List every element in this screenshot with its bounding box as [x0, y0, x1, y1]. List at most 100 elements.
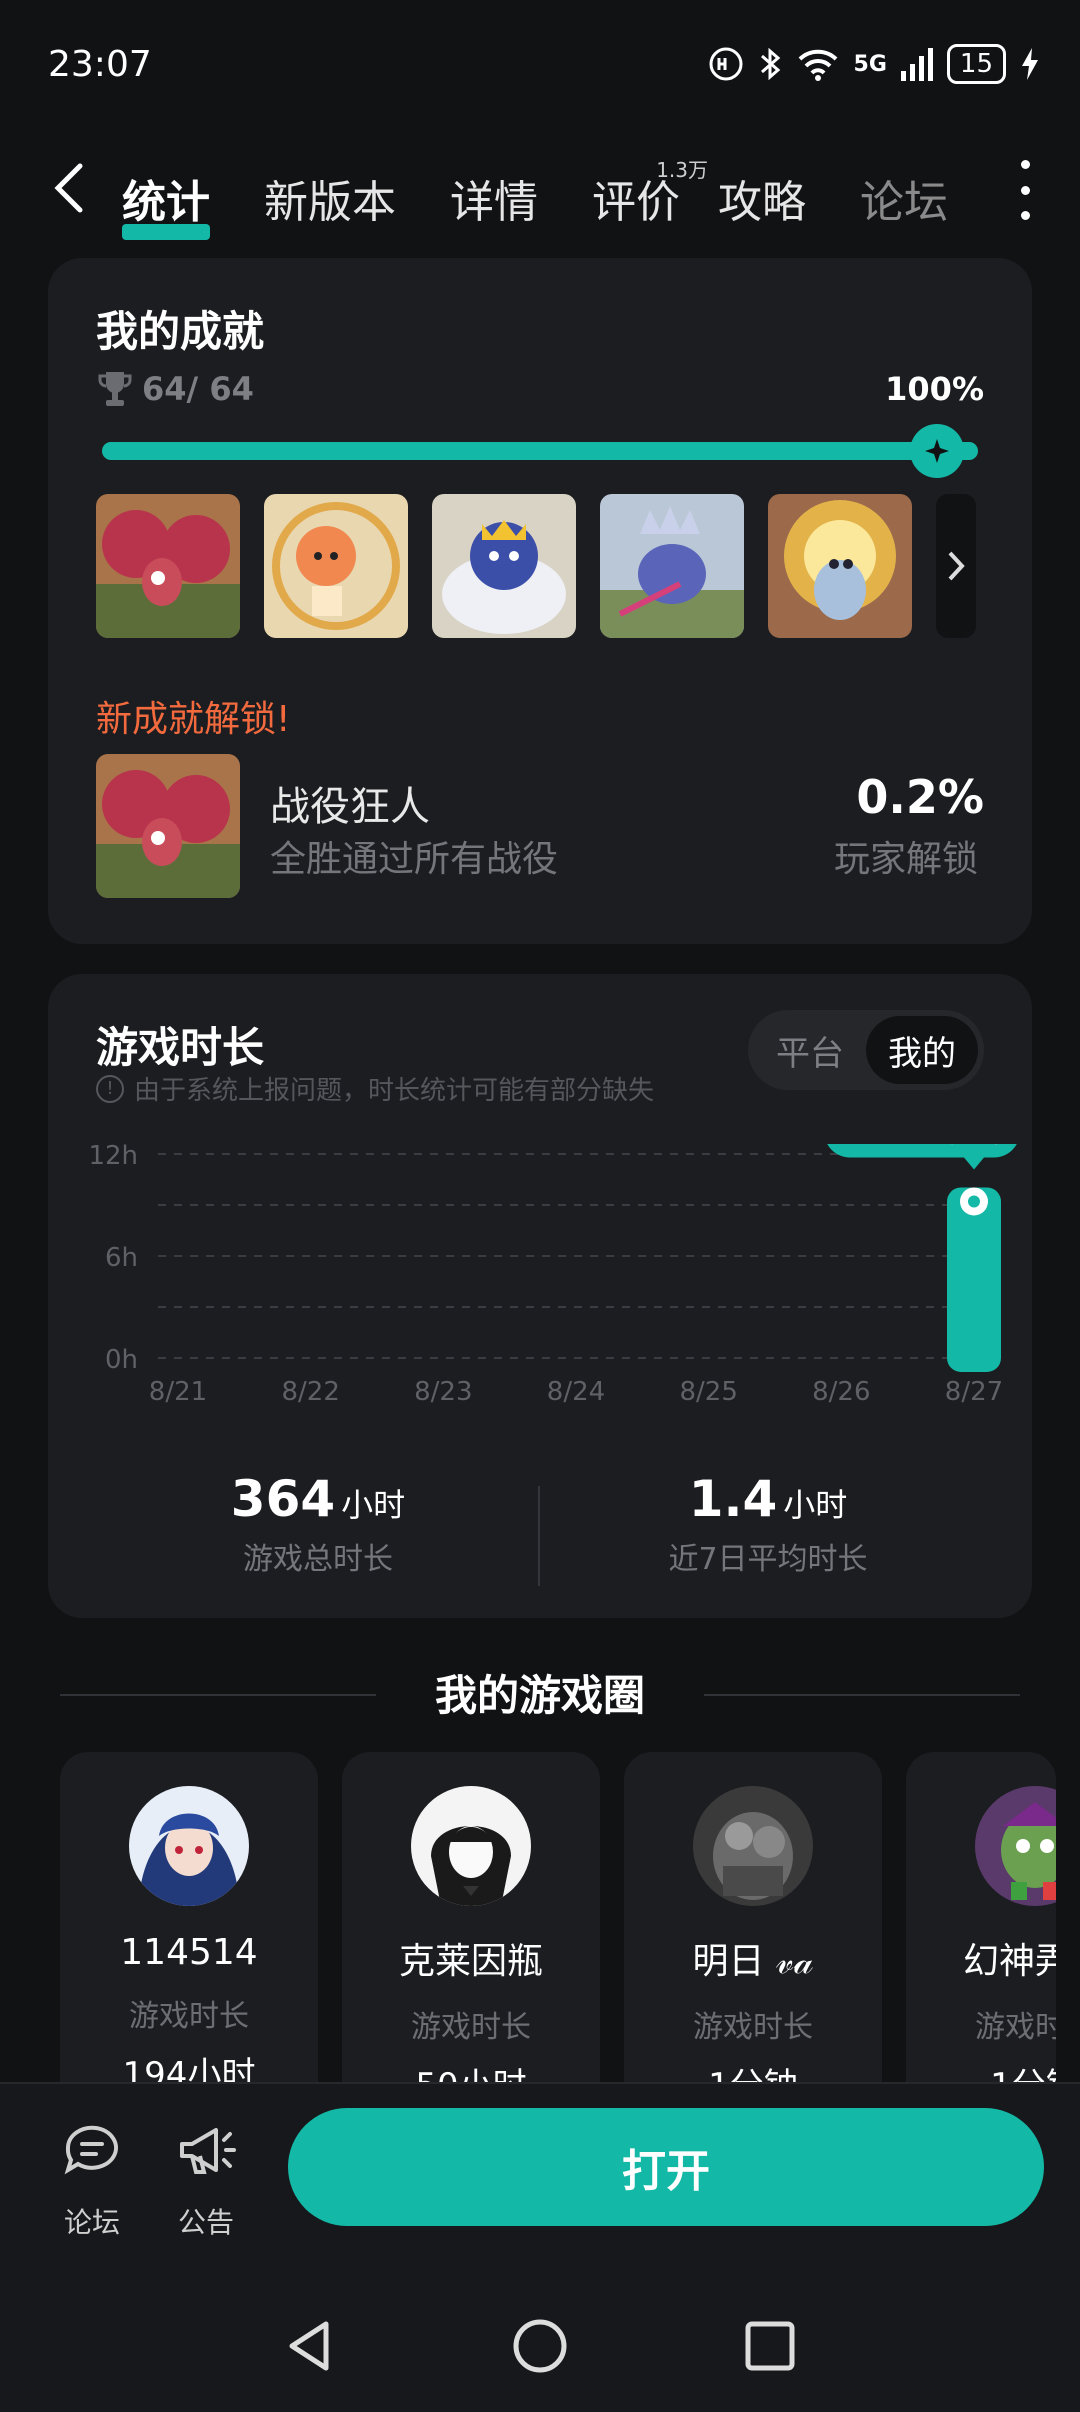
- member-label: 游戏时长: [411, 2010, 531, 2045]
- x-tick-label: 8/24: [547, 1377, 605, 1404]
- tab-forum[interactable]: 论坛: [860, 166, 948, 230]
- achievement-badge-2[interactable]: [264, 494, 408, 638]
- achievements-title: 我的成就: [96, 307, 265, 356]
- circle-member-card[interactable]: 克莱因瓶 游戏时长 50小时: [342, 1752, 600, 2112]
- status-time: 23:07: [48, 44, 152, 85]
- avatar: [411, 1786, 531, 1906]
- bar-marker-dot: [968, 1195, 980, 1208]
- megaphone-icon: [180, 2128, 236, 2174]
- featured-achievement-percent: 0.2%: [856, 770, 984, 824]
- avg-play-time-unit: 小时: [783, 1486, 848, 1524]
- tab-stats[interactable]: 统计: [122, 166, 210, 240]
- network-label: 5G: [853, 51, 887, 77]
- new-unlock-label: 新成就解锁!: [96, 699, 291, 740]
- total-play-time: 364 小时 游戏总时长: [168, 1470, 468, 1578]
- achievements-card[interactable]: 我的成就 64/ 64 100% 新成就解锁! 战役狂人 全胜通过所有战役 0.…: [48, 258, 1032, 944]
- y-tick-label: 6h: [105, 1243, 138, 1273]
- total-play-time-value: 364: [230, 1470, 336, 1528]
- notice-button[interactable]: 公告: [156, 2118, 256, 2241]
- member-label: 游戏时长: [129, 1999, 249, 2034]
- circle-member-card[interactable]: 幻神弄巨 游戏时长 1分钟: [906, 1752, 1056, 2112]
- play-time-card: 游戏时长 平台 我的 ! 由于系统上报问题，时长统计可能有部分缺失 12h 6h 0…: [48, 974, 1032, 1618]
- achievement-badge-1[interactable]: [96, 494, 240, 638]
- tooltip-label: 10小时2分钟: [839, 1144, 1004, 1148]
- stats-notice: ! 由于系统上报问题，时长统计可能有部分缺失: [96, 1070, 654, 1107]
- play-time-chart: 12h 6h 0h 8/21 8/22 8/23 8/24 8/25 8/26 8/27 10小时2…: [88, 1144, 1017, 1404]
- trophy-icon: [98, 372, 132, 406]
- forum-button[interactable]: 论坛: [42, 2118, 142, 2241]
- achievement-badge-3[interactable]: [432, 494, 576, 638]
- circle-member-card[interactable]: 明日 𝓋𝒶 游戏时长 1分钟: [624, 1752, 882, 2112]
- play-time-toggle: 平台 我的: [748, 1010, 984, 1090]
- y-tick-label: 12h: [88, 1144, 138, 1171]
- avatar: [129, 1786, 249, 1906]
- chevron-right-icon: [948, 551, 965, 581]
- member-name: 幻神弄巨: [962, 1941, 1056, 1982]
- avg-play-time-value: 1.4: [688, 1470, 778, 1528]
- review-count-badge: 1.3万: [656, 158, 708, 182]
- total-play-time-label: 游戏总时长: [243, 1542, 393, 1577]
- achievement-badge-4[interactable]: [600, 494, 744, 638]
- member-label: 游戏时长: [693, 2010, 813, 2045]
- bluetooth-icon: [760, 47, 780, 81]
- chevron-left-icon: [54, 163, 83, 213]
- battery-indicator: 15: [946, 44, 1006, 84]
- avatar: [693, 1786, 813, 1906]
- square-recents-icon: [745, 2321, 795, 2371]
- x-tick-label: 8/25: [679, 1377, 737, 1404]
- avg-play-time-label: 近7日平均时长: [668, 1542, 868, 1577]
- stats-divider: [538, 1486, 540, 1586]
- achievement-thumbnails: [96, 494, 976, 638]
- avatar: [975, 1786, 1056, 1906]
- system-recents-button[interactable]: [742, 2318, 798, 2374]
- status-icons: 5G 15: [708, 44, 1040, 84]
- open-game-button[interactable]: 打开: [288, 2108, 1044, 2226]
- x-tick-label: 8/26: [812, 1377, 870, 1404]
- toggle-platform[interactable]: 平台: [754, 1016, 866, 1084]
- achievement-count: 64/ 64: [98, 370, 254, 408]
- progress-knob: [910, 424, 964, 478]
- system-home-button[interactable]: [512, 2318, 568, 2374]
- tab-guides[interactable]: 攻略: [718, 166, 806, 230]
- featured-achievement-image[interactable]: [96, 754, 240, 898]
- triangle-back-icon: [289, 2321, 329, 2371]
- featured-achievement-name: 战役狂人: [270, 784, 430, 830]
- circle-home-icon: [513, 2319, 567, 2373]
- achievement-progress-bar: [102, 442, 978, 460]
- member-label: 游戏时长: [975, 2010, 1056, 2045]
- total-play-time-unit: 小时: [341, 1486, 406, 1524]
- wifi-icon: [798, 49, 837, 81]
- achievements-more-button[interactable]: [936, 494, 976, 638]
- tab-reviews[interactable]: 评价 1.3万: [592, 158, 708, 230]
- achievement-percent: 100%: [885, 370, 984, 408]
- back-button[interactable]: [50, 160, 90, 216]
- forum-icon: [64, 2125, 118, 2175]
- x-tick-label: 8/21: [149, 1377, 207, 1404]
- tab-bar: 统计 新版本 详情 评价 1.3万 攻略 论坛: [122, 150, 948, 240]
- achievement-badge-5[interactable]: [768, 494, 912, 638]
- signal-icon: [900, 48, 933, 81]
- featured-achievement-percent-label: 玩家解锁: [833, 839, 978, 880]
- more-menu-button[interactable]: [1010, 160, 1040, 220]
- featured-achievement-desc: 全胜通过所有战役: [270, 839, 559, 880]
- x-tick-label: 8/22: [281, 1377, 339, 1404]
- game-circle-title: 我的游戏圈: [434, 1671, 645, 1720]
- toggle-mine[interactable]: 我的: [866, 1016, 978, 1084]
- section-divider-right: [704, 1694, 1020, 1696]
- circle-member-card[interactable]: 114514 游戏时长 194小时: [60, 1752, 318, 2112]
- member-name: 克莱因瓶: [398, 1941, 543, 1982]
- info-icon: !: [96, 1074, 124, 1103]
- system-back-button[interactable]: [282, 2318, 338, 2374]
- avg-play-time: 1.4 小时 近7日平均时长: [618, 1470, 918, 1578]
- play-time-title: 游戏时长: [96, 1023, 265, 1072]
- charging-icon: [1022, 48, 1038, 80]
- tab-details[interactable]: 详情: [450, 166, 538, 230]
- x-tick-label: 8/23: [414, 1377, 472, 1404]
- game-circle-list: 114514 游戏时长 194小时 克莱因瓶 游戏时长 50小时 明日 𝓋𝒶 游…: [60, 1752, 1056, 2112]
- star-icon: [925, 439, 949, 463]
- y-tick-label: 0h: [105, 1345, 138, 1375]
- tooltip-pointer: [964, 1157, 984, 1170]
- tab-new-version[interactable]: 新版本: [264, 166, 396, 230]
- member-name: 明日 𝓋𝒶: [692, 1941, 814, 1982]
- hd-icon: [709, 47, 743, 81]
